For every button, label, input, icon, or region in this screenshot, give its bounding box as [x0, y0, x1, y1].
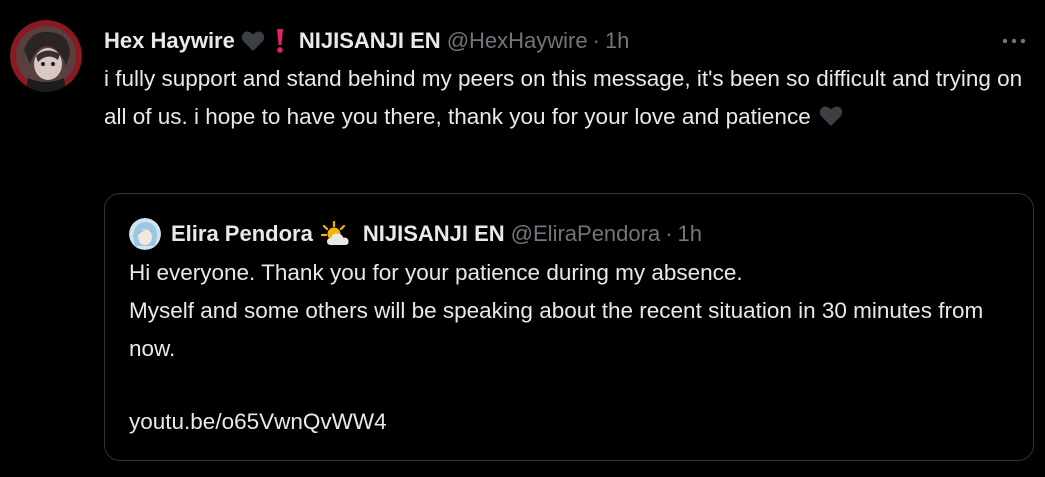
exclamation-icon: [275, 28, 285, 54]
author-org[interactable]: NIJISANJI EN: [299, 26, 441, 56]
quoted-author-avatar[interactable]: [129, 218, 161, 250]
quoted-tweet-time[interactable]: 1h: [678, 218, 702, 250]
quoted-tweet-link[interactable]: youtu.be/o65VwnQvWW4: [129, 403, 387, 441]
tweet-text-content: i fully support and stand behind my peer…: [104, 66, 1023, 129]
avatar-image: [10, 20, 82, 92]
more-options-icon[interactable]: [999, 26, 1029, 56]
author-handle[interactable]: @HexHaywire: [447, 26, 588, 56]
quoted-text-line: Hi everyone. Thank you for your patience…: [129, 260, 743, 285]
quoted-author-org[interactable]: NIJISANJI EN: [363, 218, 505, 250]
quoted-author-handle[interactable]: @EliraPendora: [511, 218, 661, 250]
sun-behind-cloud-icon: [320, 221, 353, 247]
quoted-separator-dot: ·: [665, 221, 673, 246]
quoted-tweet-text: Hi everyone. Thank you for your patience…: [129, 254, 1009, 368]
author-avatar[interactable]: [10, 20, 82, 92]
quoted-text-line: Myself and some others will be speaking …: [129, 298, 984, 361]
tweet-time[interactable]: 1h: [605, 26, 629, 56]
quoted-author-name[interactable]: Elira Pendora: [171, 218, 313, 250]
author-name[interactable]: Hex Haywire: [104, 26, 235, 56]
black-heart-icon: [241, 30, 265, 52]
quoted-tweet-header: Elira Pendora NIJISANJI EN @EliraPendora…: [129, 218, 702, 250]
tweet-text: i fully support and stand behind my peer…: [104, 60, 1029, 136]
quoted-avatar-image: [129, 218, 161, 250]
quoted-tweet[interactable]: Elira Pendora NIJISANJI EN @EliraPendora…: [104, 193, 1034, 461]
black-heart-icon: [819, 105, 843, 127]
separator-dot: ·: [592, 28, 600, 53]
tweet-header: Hex Haywire NIJISANJI EN @HexHaywire · 1…: [104, 26, 629, 56]
tweet[interactable]: Hex Haywire NIJISANJI EN @HexHaywire · 1…: [0, 0, 1045, 477]
